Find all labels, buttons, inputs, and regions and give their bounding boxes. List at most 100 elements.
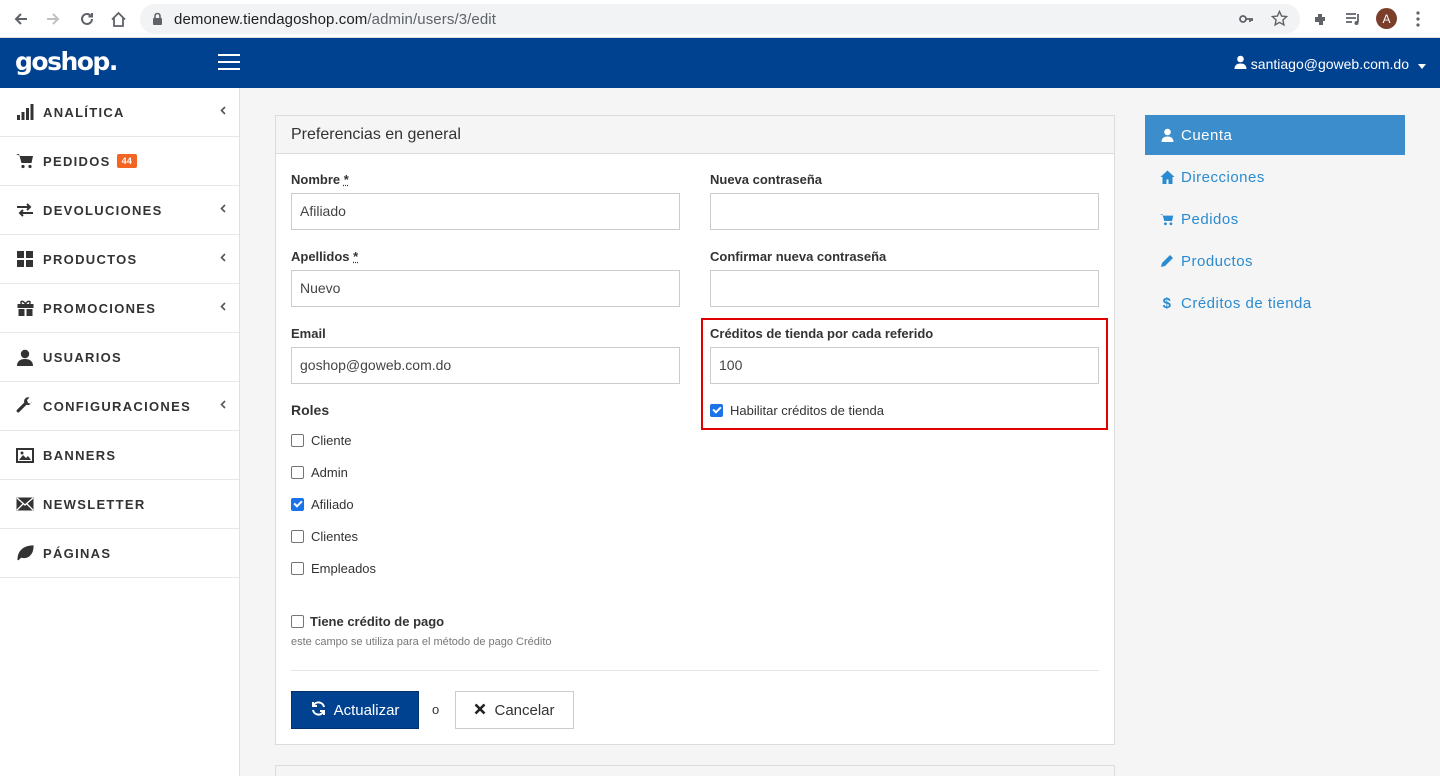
habilitar-creditos-checkbox[interactable]: Habilitar créditos de tienda <box>710 403 884 418</box>
gift-icon <box>15 298 35 318</box>
media-queue-icon[interactable] <box>1345 11 1362 32</box>
cancelar-button[interactable]: Cancelar <box>455 691 574 729</box>
email-input[interactable]: goshop@goweb.com.do <box>291 347 680 384</box>
sidebar-item-label: USUARIOS <box>43 349 123 365</box>
habilitar-creditos-label: Habilitar créditos de tienda <box>730 403 884 418</box>
divider <box>291 670 1099 671</box>
app-header: goshop. santiago@goweb.com.do <box>0 38 1440 88</box>
chevron-left-icon <box>220 302 226 314</box>
sidebar-item-label: NEWSLETTER <box>43 496 146 512</box>
next-panel-edge <box>275 765 1115 776</box>
cancelar-label: Cancelar <box>494 701 555 719</box>
checkbox-unchecked[interactable] <box>291 466 304 479</box>
nueva-contrasena-input[interactable] <box>710 193 1099 230</box>
nav-label: Direcciones <box>1181 168 1265 186</box>
leaf-icon <box>15 543 35 563</box>
nav-pedidos[interactable]: Pedidos <box>1145 199 1405 239</box>
shopping-cart-icon <box>1159 213 1175 226</box>
nombre-input[interactable]: Afiliado <box>291 193 680 230</box>
panel-title: Preferencias en general <box>276 116 1114 154</box>
role-label: Cliente <box>311 433 352 448</box>
nombre-label-text: Nombre <box>291 172 341 187</box>
checkbox-checked[interactable] <box>710 404 723 417</box>
sidebar-item-pedidos[interactable]: PEDIDOS 44 <box>0 137 239 186</box>
home-icon <box>1159 170 1175 184</box>
sidebar-item-label: PROMOCIONES <box>43 300 157 316</box>
dollar-icon: $ <box>1162 294 1172 312</box>
role-cliente-checkbox[interactable]: Cliente <box>291 433 351 448</box>
chevron-left-icon <box>220 106 226 118</box>
role-label: Empleados <box>311 561 377 576</box>
forward-arrow-icon[interactable] <box>42 8 64 30</box>
close-icon <box>474 702 486 719</box>
nav-direcciones[interactable]: Direcciones <box>1145 157 1405 197</box>
creditos-input[interactable]: 100 <box>710 347 1099 384</box>
apellidos-label-text: Apellidos <box>291 249 350 264</box>
sidebar-item-analitica[interactable]: ANALÍTICA <box>0 88 239 137</box>
sidebar-item-devoluciones[interactable]: DEVOLUCIONES <box>0 186 239 235</box>
user-icon <box>1234 55 1247 72</box>
lock-icon <box>152 12 163 30</box>
checkbox-unchecked[interactable] <box>291 562 304 575</box>
orders-count-badge: 44 <box>116 154 138 168</box>
role-admin-checkbox[interactable]: Admin <box>291 465 348 480</box>
actualizar-button[interactable]: Actualizar <box>291 691 419 729</box>
checkbox-unchecked[interactable] <box>291 434 304 447</box>
browser-toolbar: demonew.tiendagoshop.com/admin/users/3/e… <box>0 0 1440 38</box>
profile-avatar[interactable]: A <box>1376 8 1397 29</box>
role-label: Admin <box>311 465 348 480</box>
chevron-left-icon <box>220 204 226 216</box>
pencil-icon <box>1159 254 1175 268</box>
sidebar-item-label: CONFIGURACIONES <box>43 398 192 414</box>
nav-productos[interactable]: Productos <box>1145 241 1405 281</box>
sidebar-item-label: PRODUCTOS <box>43 251 138 267</box>
star-icon[interactable] <box>1270 9 1289 31</box>
sidebar-item-banners[interactable]: BANNERS <box>0 431 239 480</box>
role-afiliado-checkbox[interactable]: Afiliado <box>291 497 354 512</box>
user-menu[interactable]: santiago@goweb.com.do <box>1234 55 1426 72</box>
credito-pago-checkbox[interactable]: Tiene crédito de pago <box>291 614 444 629</box>
hamburger-menu-icon[interactable] <box>218 54 240 70</box>
checkbox-unchecked[interactable] <box>291 530 304 543</box>
back-arrow-icon[interactable] <box>10 8 32 30</box>
confirmar-contrasena-label: Confirmar nueva contraseña <box>710 249 887 264</box>
nav-label: Créditos de tienda <box>1181 294 1312 312</box>
credito-pago-help: este campo se utiliza para el método de … <box>291 636 552 648</box>
address-bar[interactable]: demonew.tiendagoshop.com/admin/users/3/e… <box>140 4 1300 34</box>
creditos-label: Créditos de tienda por cada referido <box>710 326 934 341</box>
role-clientes-checkbox[interactable]: Clientes <box>291 529 358 544</box>
picture-icon <box>15 445 35 465</box>
url-host: demonew.tiendagoshop.com <box>174 11 368 28</box>
browser-menu-icon[interactable] <box>1416 11 1420 32</box>
nav-creditos-tienda[interactable]: $ Créditos de tienda <box>1145 283 1405 323</box>
home-icon[interactable] <box>107 8 129 30</box>
sidebar-item-usuarios[interactable]: USUARIOS <box>0 333 239 382</box>
confirmar-contrasena-input[interactable] <box>710 270 1099 307</box>
role-empleados-checkbox[interactable]: Empleados <box>291 561 376 576</box>
reload-icon[interactable] <box>76 8 98 30</box>
sidebar-item-productos[interactable]: PRODUCTOS <box>0 235 239 284</box>
sidebar-item-promociones[interactable]: PROMOCIONES <box>0 284 239 333</box>
apellidos-input[interactable]: Nuevo <box>291 270 680 307</box>
chevron-left-icon <box>220 253 226 265</box>
sidebar-item-label: ANALÍTICA <box>43 104 125 120</box>
goshop-logo[interactable]: goshop. <box>15 47 118 76</box>
extensions-icon[interactable] <box>1313 11 1329 32</box>
checkbox-unchecked[interactable] <box>291 615 304 628</box>
sidebar-item-label: DEVOLUCIONES <box>43 202 163 218</box>
bar-chart-icon <box>15 102 35 122</box>
required-mark: * <box>343 172 349 187</box>
url-path: /admin/users/3/edit <box>367 11 497 28</box>
sidebar-item-paginas[interactable]: PÁGINAS <box>0 529 239 578</box>
refresh-icon <box>311 700 326 720</box>
sidebar-item-newsletter[interactable]: NEWSLETTER <box>0 480 239 529</box>
checkbox-checked[interactable] <box>291 498 304 511</box>
shopping-cart-icon <box>15 151 35 171</box>
nav-cuenta[interactable]: Cuenta <box>1145 115 1405 155</box>
or-text: o <box>432 702 440 717</box>
sidebar-item-configuraciones[interactable]: CONFIGURACIONES <box>0 382 239 431</box>
exchange-icon <box>15 200 35 220</box>
key-icon[interactable] <box>1238 11 1254 31</box>
required-mark: * <box>353 249 359 264</box>
nav-label: Productos <box>1181 252 1254 270</box>
